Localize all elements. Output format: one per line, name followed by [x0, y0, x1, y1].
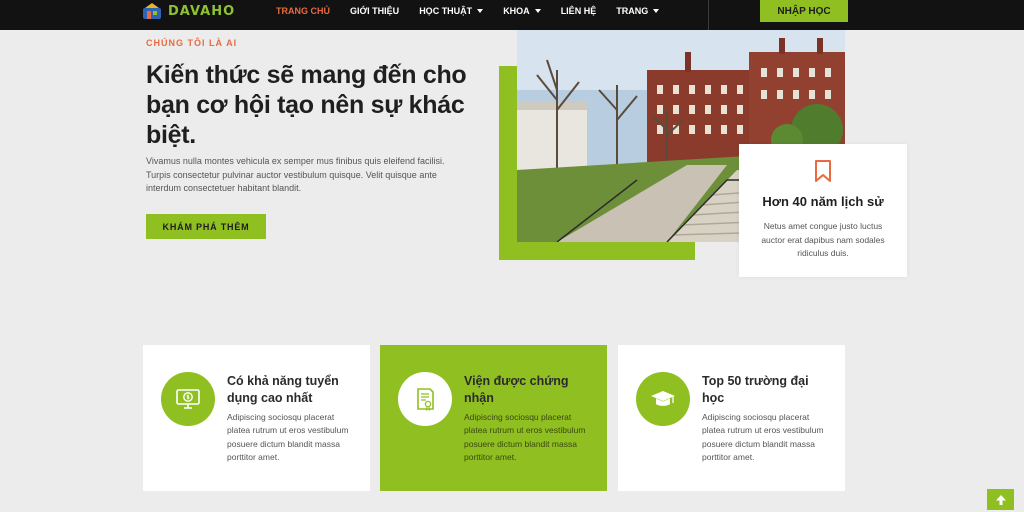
- feature-icon-circle: [636, 372, 690, 426]
- feature-text: Adipiscing sociosqu placerat platea rutr…: [227, 412, 349, 462]
- nav-item-faculty[interactable]: KHOA: [503, 6, 541, 16]
- logo-icon: [143, 3, 161, 19]
- feature-text: Adipiscing sociosqu placerat platea rutr…: [702, 412, 824, 462]
- feature-icon-circle: [161, 372, 215, 426]
- hero-description: Vivamus nulla montes vehicula ex semper …: [146, 156, 445, 193]
- nav-item-home[interactable]: TRANG CHỦ: [276, 6, 330, 16]
- nav-divider: [708, 0, 709, 30]
- graduation-cap-icon: [651, 391, 675, 406]
- bookmark-icon: [815, 160, 831, 182]
- nav-item-about[interactable]: GIỚI THIỆU: [350, 6, 399, 16]
- feature-title: Viện được chứng nhận: [464, 374, 569, 405]
- info-card-text: Netus amet congue justo luctus auctor er…: [761, 221, 885, 258]
- nav-label: HỌC THUẬT: [419, 6, 473, 16]
- certificate-icon: [417, 388, 434, 412]
- money-monitor-icon: [176, 389, 200, 409]
- enroll-button[interactable]: NHẬP HỌC: [760, 0, 848, 22]
- main-menu: TRANG CHỦ GIỚI THIỆU HỌC THUẬT KHOA LIÊN…: [276, 0, 660, 22]
- nav-item-pages[interactable]: TRANG: [616, 6, 660, 16]
- feature-text: Adipiscing sociosqu placerat platea rutr…: [464, 412, 586, 462]
- chevron-down-icon: [477, 9, 484, 13]
- site-logo[interactable]: DAVAHO: [142, 2, 235, 20]
- nav-item-contact[interactable]: LIÊN HỆ: [561, 6, 597, 16]
- top-navigation-bar: DAVAHO TRANG CHỦ GIỚI THIỆU HỌC THUẬT KH…: [0, 0, 1024, 30]
- feature-title: Có khả năng tuyển dụng cao nhất: [227, 374, 339, 405]
- explore-more-button[interactable]: KHÁM PHÁ THÊM: [146, 214, 266, 239]
- nav-label: KHOA: [503, 6, 530, 16]
- nav-label: TRANG: [616, 6, 649, 16]
- section-eyebrow: CHÚNG TÔI LÀ AI: [146, 38, 238, 48]
- info-card-title: Hơn 40 năm lịch sử: [762, 194, 884, 209]
- chevron-down-icon: [534, 9, 541, 13]
- feature-card-certified: Viện được chứng nhận Adipiscing sociosqu…: [380, 345, 607, 491]
- feature-icon-circle: [398, 372, 452, 426]
- feature-card-top-university: Top 50 trường đại học Adipiscing sociosq…: [618, 345, 845, 491]
- arrow-up-icon: [995, 494, 1006, 505]
- feature-title: Top 50 trường đại học: [702, 374, 809, 405]
- nav-label: GIỚI THIỆU: [350, 6, 400, 16]
- logo-text: DAVAHO: [168, 3, 236, 19]
- nav-label: LIÊN HỆ: [560, 6, 597, 16]
- nav-item-academics[interactable]: HỌC THUẬT: [419, 6, 484, 16]
- history-info-card: Hơn 40 năm lịch sử Netus amet congue jus…: [739, 144, 907, 277]
- feature-card-employability: Có khả năng tuyển dụng cao nhất Adipisci…: [143, 345, 370, 491]
- chevron-down-icon: [653, 9, 660, 13]
- scroll-to-top-button[interactable]: [987, 489, 1014, 510]
- hero-title: Kiến thức sẽ mang đến cho bạn cơ hội tạo…: [146, 61, 467, 149]
- nav-label: TRANG CHỦ: [276, 6, 330, 16]
